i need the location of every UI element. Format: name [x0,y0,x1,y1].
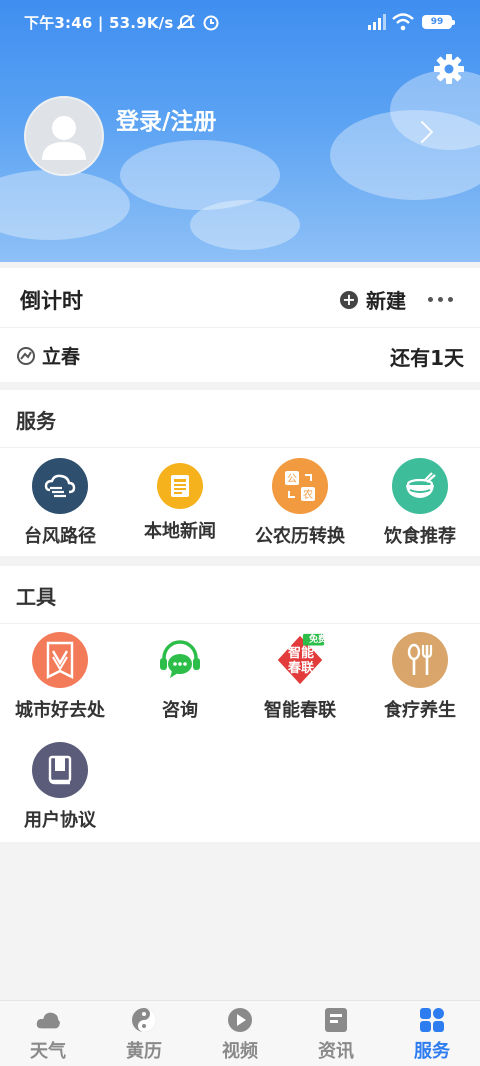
plus-circle-icon: + [340,290,358,309]
divider [0,447,480,448]
cloud-decoration [190,200,300,250]
new-countdown-label: 新建 [366,289,406,313]
tool-city-places[interactable]: 城市好去处 [0,632,120,722]
countdown-item[interactable]: 立春 [16,342,80,369]
free-badge: 免费 [308,635,327,645]
tools-section-title: 工具 [16,585,56,609]
services-icon [419,1007,445,1033]
nav-tab-almanac[interactable]: 黄历 [96,1007,192,1063]
login-register-link[interactable]: 登录/注册 [116,102,216,136]
bottom-nav: 天气 黄历 视频 资讯 服务 [0,1000,480,1066]
nav-label: 黄历 [126,1041,162,1062]
tool-label: 用户协议 [24,810,96,831]
spoon-fork-icon [392,632,448,688]
status-bar: 下午3:46 | 53.9K/s 99 [0,0,480,44]
profile-header: 下午3:46 | 53.9K/s 99 登录/注册 [0,0,480,262]
chat-headset-icon [152,632,208,688]
nav-tab-news[interactable]: 资讯 [288,1007,384,1063]
tool-diet-health[interactable]: 食疗养生 [360,632,480,722]
service-label: 饮食推荐 [384,526,456,547]
user-silhouette-icon [42,116,86,160]
countdown-card: 倒计时 + 新建 立春 还有1天 [0,268,480,382]
tool-label: 智能春联 [264,700,336,721]
settings-gear-icon[interactable] [432,52,466,86]
service-food-recommend[interactable]: 饮食推荐 [360,458,480,548]
status-time: 下午3:46 | 53.9K/s [24,14,174,32]
battery-indicator: 99 [422,15,455,29]
solar-term-icon [17,346,35,365]
divider [0,623,480,624]
agreement-book-icon [32,742,88,798]
service-label: 公农历转换 [255,526,345,547]
city-places-icon [32,632,88,688]
couplet-icon: 免费 智能 春联 [272,632,328,688]
cloud-decoration [0,170,130,240]
svg-text:农: 农 [303,488,313,501]
almanac-icon [131,1007,157,1033]
tool-label: 咨询 [162,700,198,721]
typhoon-icon [32,458,88,514]
nav-tab-video[interactable]: 视频 [192,1007,288,1063]
mute-icon [176,12,196,32]
service-typhoon-path[interactable]: 台风路径 [0,458,120,548]
couplet-icon-text-top: 智能 [287,646,314,661]
food-bowl-icon [392,458,448,514]
nav-label: 天气 [30,1041,66,1062]
divider [0,327,480,328]
tools-card: 工具 城市好去处 咨询 免费 智能 春联 智能春联 食疗养生 用户协议 [0,566,480,842]
weather-icon [35,1007,61,1033]
news-icon [157,463,203,509]
services-section-title: 服务 [16,409,56,433]
couplet-icon-text-bottom: 春联 [287,661,314,676]
calendar-convert-icon: 公农 [272,458,328,514]
nav-label: 服务 [414,1041,450,1062]
more-options-icon[interactable] [428,297,453,302]
wifi-icon [392,12,414,32]
alarm-icon [202,12,220,32]
solar-term-name: 立春 [42,346,81,368]
tool-consult[interactable]: 咨询 [120,632,240,722]
service-local-news[interactable]: 本地新闻 [120,458,240,543]
nav-tab-services[interactable]: 服务 [384,1007,480,1063]
signal-icon [366,12,388,32]
tool-label: 食疗养生 [384,700,456,721]
countdown-title: 倒计时 [20,289,83,313]
nav-tab-weather[interactable]: 天气 [0,1007,96,1063]
tool-smart-couplet[interactable]: 免费 智能 春联 智能春联 [240,632,360,722]
nav-label: 资讯 [318,1041,354,1062]
tool-user-agreement[interactable]: 用户协议 [0,742,120,832]
video-icon [227,1007,253,1033]
svg-text:公: 公 [287,474,297,485]
services-card: 服务 台风路径 本地新闻 公农 公农历转换 饮食推荐 [0,390,480,556]
service-label: 本地新闻 [144,521,216,542]
news-tab-icon [323,1007,349,1033]
avatar[interactable] [24,96,104,176]
tool-label: 城市好去处 [15,700,105,721]
new-countdown-button[interactable]: + 新建 [340,285,406,314]
nav-label: 视频 [222,1041,258,1062]
service-label: 台风路径 [24,526,96,547]
countdown-remaining: 还有1天 [390,346,464,370]
cloud-decoration [120,140,280,210]
service-calendar-convert[interactable]: 公农 公农历转换 [240,458,360,548]
